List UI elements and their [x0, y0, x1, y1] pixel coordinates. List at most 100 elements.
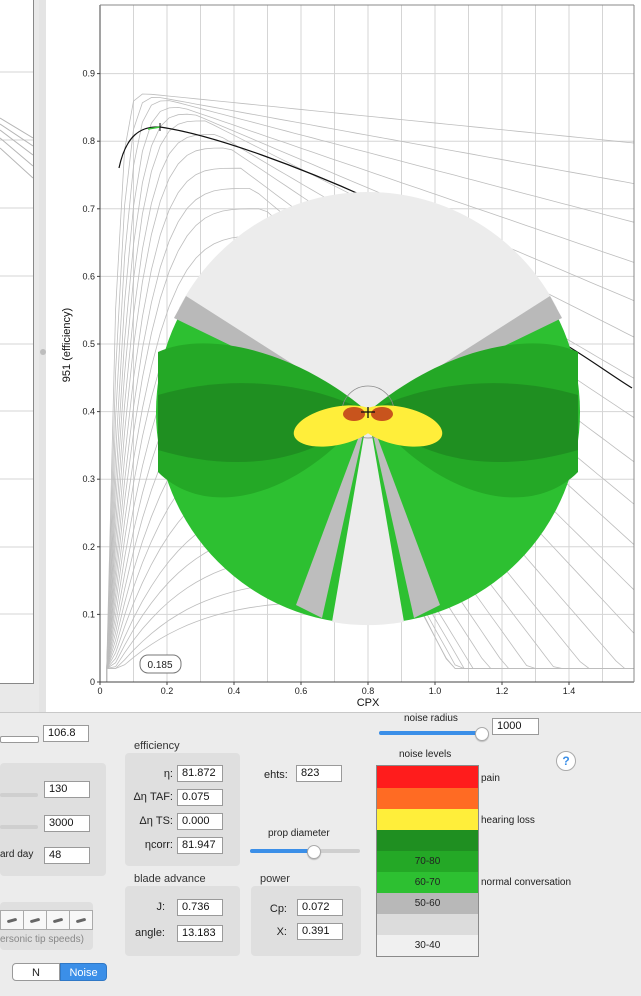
blade-icon: [75, 917, 87, 924]
help-button[interactable]: ?: [556, 751, 576, 771]
y-tick-label: 0.5: [82, 339, 95, 349]
cp-label: Cp:: [269, 903, 287, 915]
x-tick-label: 1.0: [429, 686, 442, 696]
y-axis-ticks: 0 0.1 0.2 0.3 0.4 0.5 0.6 0.7 0.8 0.9: [82, 69, 100, 687]
noise-zone-pain-right: [371, 407, 393, 421]
legend-band-50-60: 50-60: [377, 893, 478, 914]
left-chart-svg: [0, 71, 34, 615]
noise-levels-title: noise levels: [399, 749, 452, 760]
supersonic-label: ersonic tip speeds): [0, 934, 84, 945]
y-axis-label: 951 (efficiency): [61, 308, 73, 382]
blade-advance-title: blade advance: [134, 873, 206, 885]
legend-note-normal-conversation: normal conversation: [481, 877, 572, 888]
x-field[interactable]: [297, 923, 343, 940]
x-tick-label: 0.4: [228, 686, 241, 696]
noise-radius-label: noise radius: [404, 713, 458, 724]
value-tooltip-text: 0.185: [147, 660, 172, 671]
slider-3000-track[interactable]: [0, 825, 38, 829]
y-tick-label: 0.2: [82, 542, 95, 552]
legend-note-hearing-loss: hearing loss: [481, 815, 535, 826]
blade-shape-button[interactable]: [70, 910, 93, 930]
blade-icon: [52, 917, 64, 924]
top-value-field[interactable]: [43, 725, 89, 742]
top-slider-track[interactable]: [0, 736, 39, 743]
prop-diameter-label: prop diameter: [268, 828, 330, 839]
mode-n-label: N: [32, 967, 40, 979]
noise-radius-field[interactable]: [492, 718, 539, 735]
power-title: power: [260, 873, 290, 885]
noise-zone-pain-left: [343, 407, 365, 421]
value-48-field[interactable]: [44, 847, 90, 864]
legend-band-label: 70-80: [414, 856, 441, 867]
blade-shape-buttons: [0, 910, 93, 930]
angle-label: angle:: [135, 927, 165, 939]
eta-label: η:: [163, 768, 173, 780]
ehts-label: ehts:: [264, 769, 288, 781]
noise-levels-legend: 70-80 60-70 50-60 30-40: [376, 765, 479, 957]
blade-icon: [29, 917, 41, 924]
x-tick-label: 0.2: [161, 686, 174, 696]
mode-n-button[interactable]: N: [12, 963, 60, 981]
legend-band-label: 60-70: [414, 877, 441, 888]
j-field[interactable]: [177, 899, 223, 916]
x-tick-label: 0.6: [295, 686, 308, 696]
legend-band-hearing-loss: [377, 809, 478, 830]
prop-diameter-slider[interactable]: [250, 849, 360, 853]
noise-radius-knob[interactable]: [475, 727, 489, 741]
mode-noise-button[interactable]: Noise: [60, 963, 107, 981]
x-label: X:: [276, 926, 287, 938]
cp-field[interactable]: [297, 899, 343, 916]
y-tick-label: 0.8: [82, 136, 95, 146]
help-icon: ?: [562, 754, 570, 768]
mode-noise-label: Noise: [69, 967, 98, 979]
x-tick-label: 1.4: [563, 686, 576, 696]
y-tick-label: 0.3: [82, 474, 95, 484]
noise-radius-fill: [379, 731, 480, 735]
y-tick-label: 0.1: [82, 609, 95, 619]
blade-icon: [6, 917, 18, 924]
y-tick-label: 0.7: [82, 204, 95, 214]
slider-130-track[interactable]: [0, 793, 38, 797]
legend-note-pain: pain: [481, 773, 500, 784]
x-axis-ticks: 0 0.2 0.4 0.6 0.8 1.0 1.2 1.4: [97, 682, 575, 696]
legend-band-30-40: 30-40: [377, 935, 478, 956]
legend-band-60-70: 60-70: [377, 872, 478, 893]
corr-label: ηcorr:: [144, 839, 173, 851]
y-tick-label: 0.9: [82, 69, 95, 79]
x-axis-label: CPX: [357, 697, 380, 709]
prop-diameter-knob[interactable]: [307, 845, 321, 859]
x-tick-label: 1.2: [496, 686, 509, 696]
eta-field[interactable]: [177, 765, 223, 782]
efficiency-chart-pane: 0 0.1 0.2 0.3 0.4 0.5 0.6 0.7 0.8 0.9 0 0.2 0.4 0.6 0…: [46, 0, 641, 712]
noise-radius-slider[interactable]: [379, 731, 485, 735]
corr-field[interactable]: [177, 837, 223, 854]
y-tick-label: 0.6: [82, 271, 95, 281]
noise-footprint: [156, 192, 580, 626]
ehts-field[interactable]: [296, 765, 342, 782]
left-chart-pane: [0, 0, 34, 684]
angle-field[interactable]: [177, 925, 223, 942]
x-tick-label: 0.8: [362, 686, 375, 696]
value-3000-field[interactable]: [44, 815, 90, 832]
blade-advance-group: [125, 886, 240, 956]
blade-shape-button[interactable]: [47, 910, 70, 930]
legend-band-label: 30-40: [414, 940, 441, 951]
j-label: J:: [156, 901, 165, 913]
efficiency-chart: 00.10.20.30.40.50.60.70.80.9 0 0.2 0.4 0.6 0…: [61, 4, 635, 709]
x-tick-label: 0: [97, 686, 102, 696]
ts-label: Δη TS:: [139, 815, 173, 827]
taf-field[interactable]: [177, 789, 223, 806]
ts-field[interactable]: [177, 813, 223, 830]
y-tick-label: 0: [90, 677, 95, 687]
blade-shape-button[interactable]: [0, 910, 24, 930]
standard-day-label: ard day: [0, 849, 34, 860]
legend-band-pain: [377, 766, 478, 788]
pane-splitter[interactable]: [39, 0, 46, 712]
value-130-field[interactable]: [44, 781, 90, 798]
taf-label: Δη TAF:: [133, 791, 173, 803]
prop-diameter-fill: [250, 849, 313, 853]
efficiency-title: efficiency: [134, 740, 180, 752]
legend-band-40-50: [377, 914, 478, 935]
y-tick-label: 0.4: [82, 407, 95, 417]
blade-shape-button[interactable]: [24, 910, 47, 930]
